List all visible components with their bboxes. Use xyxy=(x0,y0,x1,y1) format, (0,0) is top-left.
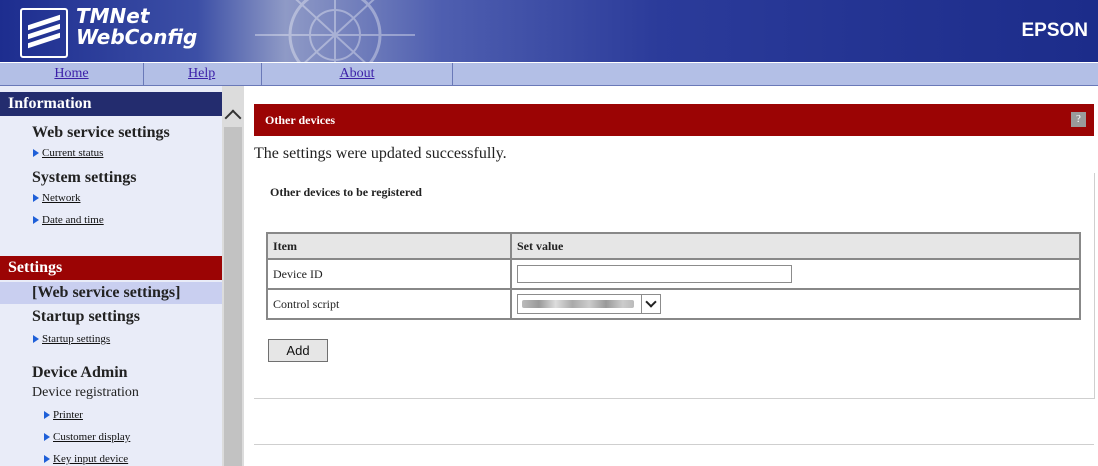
blurred-selected-value xyxy=(522,300,634,308)
table-header-row: Item Set value xyxy=(266,232,1081,260)
compass-decoration xyxy=(255,0,415,62)
brand-name: EPSON xyxy=(1021,20,1088,41)
sidebar-item-label: [Web service settings] xyxy=(32,284,181,301)
control-script-label: Control script xyxy=(266,288,512,320)
table-row: Control script xyxy=(266,288,1081,320)
sidebar-startup-settings-heading: Startup settings xyxy=(32,308,141,325)
sidebar-item-label: Key input device xyxy=(53,453,129,465)
sidebar-item-printer[interactable]: Printer xyxy=(44,409,83,421)
arrow-right-icon xyxy=(33,194,39,203)
arrow-right-icon xyxy=(33,335,39,344)
sidebar-web-service-settings-heading: Web service settings xyxy=(32,124,170,141)
divider xyxy=(254,444,1094,445)
device-id-cell xyxy=(510,258,1081,290)
arrow-right-icon xyxy=(44,433,50,442)
section-title: Other devices to be registered xyxy=(270,185,422,199)
device-id-label: Device ID xyxy=(266,258,512,290)
nav-home-link[interactable]: Home xyxy=(54,66,88,81)
sidebar-item-label: Customer display xyxy=(53,431,131,443)
control-script-select[interactable] xyxy=(517,294,661,314)
nav-about-cell: About xyxy=(262,63,453,85)
add-button[interactable]: Add xyxy=(268,339,328,362)
logo-line-2: WebConfig xyxy=(76,25,198,49)
logo-icon xyxy=(20,8,68,58)
arrow-right-icon xyxy=(33,216,39,225)
sidebar-item-network[interactable]: Network xyxy=(33,192,81,204)
chevron-up-icon[interactable] xyxy=(224,109,242,127)
sidebar-item-date-and-time[interactable]: Date and time xyxy=(33,214,104,226)
sidebar-item-label: Date and time xyxy=(42,214,104,226)
column-header-set-value: Set value xyxy=(510,232,1081,260)
sidebar-device-registration-label: Device registration xyxy=(32,385,139,400)
registration-box: Other devices to be registered Item Set … xyxy=(254,173,1095,399)
help-icon[interactable]: ? xyxy=(1071,112,1086,127)
sidebar-item-current-status[interactable]: Current status xyxy=(33,147,103,159)
sidebar-item-label: Current status xyxy=(42,147,104,159)
logo-text: TMNet WebConfig xyxy=(76,6,197,48)
arrow-right-icon xyxy=(33,149,39,158)
sidebar-item-startup-settings[interactable]: Startup settings xyxy=(33,333,110,345)
panel-header: Other devices ? xyxy=(254,104,1094,136)
arrow-right-icon xyxy=(44,411,50,420)
registration-table: Item Set value Device ID Control script xyxy=(266,232,1081,320)
sidebar-scrollbar[interactable] xyxy=(222,86,244,466)
nav-about-link[interactable]: About xyxy=(340,66,375,81)
nav-help-cell: Help xyxy=(144,63,262,85)
logo-line-1: TMNet xyxy=(76,4,150,28)
top-nav: Home Help About xyxy=(0,63,1098,86)
device-id-input[interactable] xyxy=(517,265,792,283)
sidebar-item-label: Network xyxy=(42,192,81,204)
arrow-right-icon xyxy=(44,455,50,464)
nav-help-link[interactable]: Help xyxy=(188,63,215,85)
sidebar-item-customer-display[interactable]: Customer display xyxy=(44,431,130,443)
control-script-cell xyxy=(510,288,1081,320)
sidebar-item-label: Printer xyxy=(53,409,83,421)
scrollbar-thumb[interactable] xyxy=(224,127,242,466)
sidebar-item-key-input-device[interactable]: Key input device xyxy=(44,453,128,465)
sidebar-settings-header: Settings xyxy=(0,256,222,280)
sidebar-device-admin-heading: Device Admin xyxy=(32,364,128,381)
table-row: Device ID xyxy=(266,258,1081,290)
header-banner: TMNet WebConfig EPSON xyxy=(0,0,1098,62)
chevron-down-icon[interactable] xyxy=(641,295,660,313)
success-message: The settings were updated successfully. xyxy=(254,145,507,162)
column-header-item: Item xyxy=(266,232,512,260)
sidebar: Information Web service settings Current… xyxy=(0,86,222,466)
sidebar-system-settings-heading: System settings xyxy=(32,169,137,186)
nav-home-cell: Home xyxy=(0,63,144,85)
panel-title: Other devices xyxy=(265,113,336,127)
sidebar-item-label: Startup settings xyxy=(42,333,111,345)
sidebar-item-web-service-settings-selected[interactable]: [Web service settings] xyxy=(0,282,222,304)
sidebar-information-header: Information xyxy=(0,92,222,116)
